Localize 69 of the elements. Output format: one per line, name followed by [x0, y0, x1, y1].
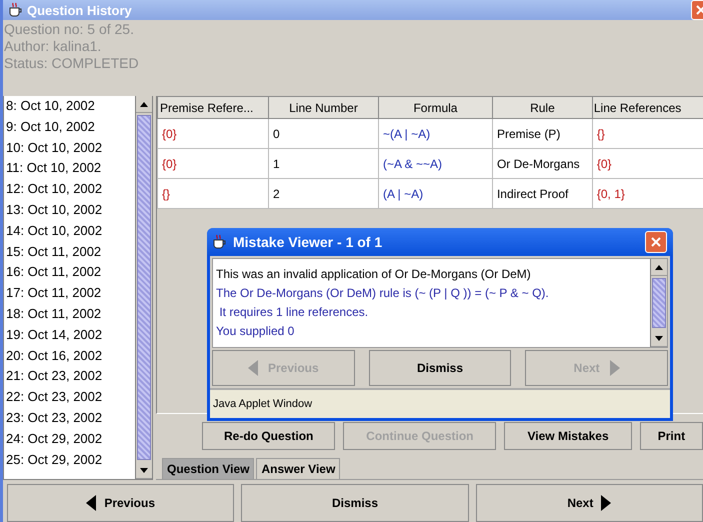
- action-button[interactable]: Print: [640, 422, 703, 450]
- history-item[interactable]: 10: Oct 10, 2002: [4, 138, 135, 158]
- scrollbar[interactable]: [650, 259, 667, 347]
- history-item[interactable]: 21: Oct 23, 2002: [4, 366, 135, 388]
- history-item[interactable]: 24: Oct 29, 2002: [4, 428, 135, 450]
- up-arrow-icon: [140, 102, 148, 106]
- history-item[interactable]: 18: Oct 11, 2002: [4, 304, 135, 325]
- info-text: Author: kalina1.: [4, 38, 102, 55]
- left-arrow-icon: [248, 360, 258, 376]
- action-button[interactable]: Re-do Question: [202, 422, 336, 450]
- history-item[interactable]: 15: Oct 11, 2002: [4, 242, 135, 262]
- column-header[interactable]: Premise Refere...: [158, 96, 268, 118]
- tab[interactable]: Question View: [162, 458, 254, 479]
- history-item[interactable]: 23: Oct 23, 2002: [4, 408, 135, 429]
- info-text: Status: COMPLETED: [4, 55, 140, 72]
- nav-button[interactable]: Dismiss: [241, 484, 469, 522]
- history-item[interactable]: 25: Oct 29, 2002: [4, 450, 135, 470]
- window-title: Question History: [27, 2, 133, 18]
- nav-button[interactable]: Next: [476, 484, 703, 522]
- column-header[interactable]: Line References: [592, 96, 703, 118]
- down-arrow-icon: [655, 336, 663, 340]
- cup-icon: [7, 2, 23, 18]
- table-cell: (~A & ~~A): [378, 148, 492, 178]
- table-cell: ~(A | ~A): [378, 118, 492, 148]
- history-item[interactable]: 8: Oct 10, 2002: [4, 96, 135, 117]
- close-icon: [696, 5, 703, 15]
- table-cell: {}: [158, 178, 268, 208]
- history-item[interactable]: 22: Oct 23, 2002: [4, 387, 135, 408]
- column-header[interactable]: Rule: [492, 96, 592, 118]
- right-arrow-icon: [601, 495, 612, 511]
- status-text: Java Applet Window: [213, 398, 312, 410]
- table-cell: 2: [268, 178, 378, 208]
- history-item[interactable]: 20: Oct 16, 2002: [4, 346, 135, 366]
- nav-button[interactable]: Previous: [7, 484, 234, 522]
- table-cell: (A | ~A): [378, 178, 492, 208]
- column-header[interactable]: Line Number: [268, 96, 378, 118]
- tab[interactable]: Answer View: [256, 458, 340, 479]
- message-text: It requires 1 line references.: [218, 304, 370, 321]
- right-arrow-icon: [610, 360, 620, 376]
- action-button[interactable]: View Mistakes: [504, 422, 632, 450]
- history-item[interactable]: 14: Oct 10, 2002: [4, 220, 135, 242]
- down-arrow-icon: [140, 468, 148, 472]
- scrollbar[interactable]: [135, 96, 152, 479]
- table-cell: Premise (P): [492, 118, 592, 148]
- history-item[interactable]: 12: Oct 10, 2002: [4, 179, 135, 200]
- table-cell: 1: [268, 148, 378, 178]
- info-text: Question no: 5 of 25.: [4, 21, 135, 38]
- table-cell: {0}: [158, 148, 268, 178]
- history-item[interactable]: 17: Oct 11, 2002: [4, 283, 135, 304]
- message-text: The Or De-Morgans (Or DeM) rule is (~ (P | Q )) = (~ P & ~ Q).: [216, 285, 550, 302]
- column-header[interactable]: Formula: [378, 96, 492, 118]
- message-text: This was an invalid application of Or De-Morgans (Or DeM): [216, 266, 532, 283]
- history-item[interactable]: 9: Oct 10, 2002: [4, 116, 135, 138]
- table-cell: Indirect Proof: [492, 178, 592, 208]
- history-item[interactable]: 11: Oct 10, 2002: [4, 158, 135, 180]
- history-item[interactable]: 19: Oct 14, 2002: [4, 324, 135, 346]
- close-icon: [651, 237, 661, 247]
- table-cell: {0}: [158, 118, 268, 148]
- left-arrow-icon: [86, 495, 96, 511]
- close-button[interactable]: [645, 231, 667, 253]
- table-cell: Or De-Morgans: [492, 148, 592, 178]
- dialog-button[interactable]: Dismiss: [368, 350, 512, 386]
- message-text: You supplied 0: [216, 323, 296, 340]
- table-cell: 0: [268, 118, 378, 148]
- dialog-title: Mistake Viewer - 1 of 1: [233, 234, 384, 250]
- history-item[interactable]: 16: Oct 11, 2002: [4, 262, 135, 284]
- up-arrow-icon: [655, 264, 663, 270]
- history-item[interactable]: 13: Oct 10, 2002: [4, 200, 135, 221]
- cup-icon: [211, 234, 227, 250]
